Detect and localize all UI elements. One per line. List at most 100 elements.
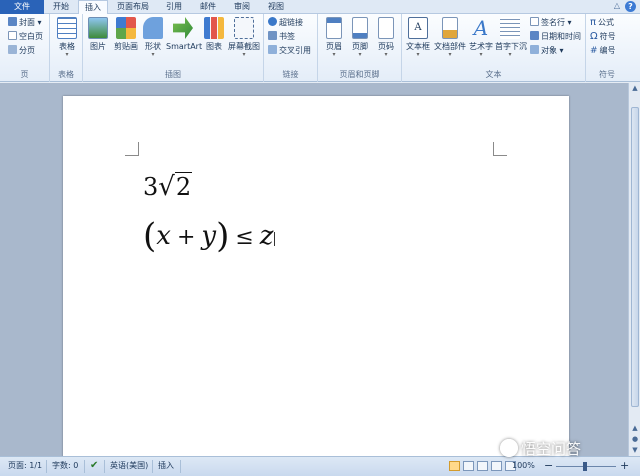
page-break-button[interactable]: 分页: [8, 45, 35, 57]
cover-page-icon: [8, 17, 17, 26]
status-separator: [84, 460, 85, 473]
clip-art-icon: [116, 17, 136, 39]
omega-icon: Ω: [590, 31, 598, 42]
tab-references[interactable]: 引用: [158, 0, 190, 14]
print-layout-view-icon[interactable]: [449, 461, 460, 471]
wordart-icon: A: [473, 16, 489, 40]
screenshot-button[interactable]: 屏幕截图 ▾: [227, 16, 261, 66]
hyperlink-button[interactable]: 超链接: [268, 17, 303, 29]
ribbon-tabs: 文件 开始 插入 页面布局 引用 邮件 审阅 视图 △ ?: [0, 0, 640, 15]
tab-file[interactable]: 文件: [0, 0, 44, 14]
picture-button[interactable]: 图片: [85, 16, 111, 66]
object-button[interactable]: 对象 ▾: [530, 45, 564, 57]
tab-review[interactable]: 审阅: [226, 0, 258, 14]
tab-insert[interactable]: 插入: [78, 0, 108, 15]
group-label-symbols: 符号: [599, 70, 615, 79]
browse-object-icon[interactable]: ●: [629, 434, 640, 445]
blank-page-icon: [8, 31, 17, 40]
date-time-icon: [530, 31, 539, 40]
picture-icon: [88, 17, 108, 39]
margin-corner-top-left: [125, 142, 139, 156]
footer-icon: [352, 17, 368, 39]
status-separator: [46, 460, 47, 473]
status-word-count[interactable]: 字数: 0: [52, 457, 78, 476]
object-icon: [530, 45, 539, 54]
group-label-pages: 页: [20, 70, 29, 79]
page-break-icon: [8, 45, 17, 54]
group-label-links: 链接: [282, 70, 299, 79]
outline-view-icon[interactable]: [491, 461, 502, 471]
scrollbar-thumb[interactable]: [631, 107, 639, 407]
chart-button[interactable]: 图表: [202, 16, 226, 66]
zoom-out-button[interactable]: −: [544, 457, 553, 476]
help-icon[interactable]: ?: [625, 1, 636, 12]
tab-view[interactable]: 视图: [260, 0, 292, 14]
leq-sign: ≤: [235, 225, 254, 250]
table-icon: [57, 17, 77, 39]
hash-icon: #: [590, 46, 598, 56]
web-layout-view-icon[interactable]: [477, 461, 488, 471]
group-label-header-footer: 页眉和页脚: [339, 70, 380, 79]
equation-button[interactable]: π 公式: [590, 17, 614, 29]
date-time-button[interactable]: 日期和时间: [530, 31, 581, 43]
numbering-button[interactable]: # 编号: [590, 45, 616, 57]
quick-parts-button[interactable]: 文档部件 ▾: [433, 16, 467, 66]
cross-reference-icon: [268, 45, 277, 54]
scroll-up-icon[interactable]: ▲: [629, 83, 640, 94]
text-box-button[interactable]: A 文本框 ▾: [404, 16, 432, 66]
chart-icon: [204, 17, 224, 39]
status-insert-mode[interactable]: 插入: [158, 457, 174, 476]
equation-cube-root[interactable]: 3√2: [143, 172, 193, 202]
group-label-illustrations: 插图: [165, 70, 181, 79]
signature-line-button[interactable]: 签名行 ▾: [530, 17, 572, 29]
close-paren: ): [216, 216, 230, 256]
equation-inequality[interactable]: (x + y) ≤ z: [143, 216, 276, 256]
zoom-slider-thumb[interactable]: [583, 462, 587, 471]
full-screen-reading-view-icon[interactable]: [463, 461, 474, 471]
zoom-level[interactable]: 100%: [512, 457, 535, 476]
tab-page-layout[interactable]: 页面布局: [110, 0, 156, 14]
next-page-icon[interactable]: ▼: [629, 445, 640, 456]
cover-page-button[interactable]: 封面 ▾: [8, 17, 42, 29]
footer-button[interactable]: 页脚 ▾: [348, 16, 372, 66]
var-y: y: [201, 221, 217, 251]
document-page[interactable]: 3√2 (x + y) ≤ z: [63, 96, 569, 466]
pi-icon: π: [590, 17, 597, 28]
group-tables: 表格 ▾ 表格: [50, 14, 83, 82]
group-pages: 封面 ▾ 空白页 分页 页: [0, 14, 50, 82]
symbol-button[interactable]: Ω 符号: [590, 31, 616, 43]
page-number-button[interactable]: 页码 ▾: [374, 16, 398, 66]
bookmark-button[interactable]: 书签: [268, 31, 295, 43]
blank-page-button[interactable]: 空白页: [8, 31, 43, 43]
prev-page-icon[interactable]: ▲: [629, 423, 640, 434]
tab-mailings[interactable]: 邮件: [192, 0, 224, 14]
clip-art-button[interactable]: 剪贴画: [112, 16, 140, 66]
status-separator: [104, 460, 105, 473]
group-links: 超链接 书签 交叉引用 链接: [264, 14, 318, 82]
header-icon: [326, 17, 342, 39]
status-language[interactable]: 英语(美国): [110, 457, 148, 476]
smartart-icon: [173, 17, 193, 39]
group-label-text: 文本: [485, 70, 502, 79]
group-label-tables: 表格: [58, 70, 74, 79]
screenshot-icon: [234, 17, 254, 39]
shapes-button[interactable]: 形状 ▾: [141, 16, 165, 66]
group-header-footer: 页眉 ▾ 页脚 ▾ 页码 ▾ 页眉和页脚: [318, 14, 402, 82]
cross-reference-button[interactable]: 交叉引用: [268, 45, 311, 57]
tab-home[interactable]: 开始: [44, 0, 78, 14]
status-page-count[interactable]: 页面: 1/1: [8, 457, 42, 476]
drop-cap-button[interactable]: 首字下沉 ▾: [495, 16, 527, 66]
equation-coefficient: 3: [143, 173, 159, 201]
hyperlink-icon: [268, 17, 277, 26]
smartart-button[interactable]: SmartArt: [166, 16, 202, 66]
collapse-ribbon-icon[interactable]: △: [614, 1, 620, 10]
wordart-button[interactable]: A 艺术字 ▾: [468, 16, 494, 66]
table-button[interactable]: 表格 ▾: [54, 16, 80, 66]
zoom-in-button[interactable]: +: [620, 457, 629, 476]
vertical-scrollbar[interactable]: ▲ ▲ ● ▼: [628, 83, 640, 456]
document-area: 3√2 (x + y) ≤ z: [0, 83, 628, 466]
header-button[interactable]: 页眉 ▾: [322, 16, 346, 66]
watermark-text: 悟空问答: [521, 440, 582, 458]
var-x: x: [156, 221, 171, 251]
proofing-check-icon[interactable]: ✔: [90, 457, 98, 476]
